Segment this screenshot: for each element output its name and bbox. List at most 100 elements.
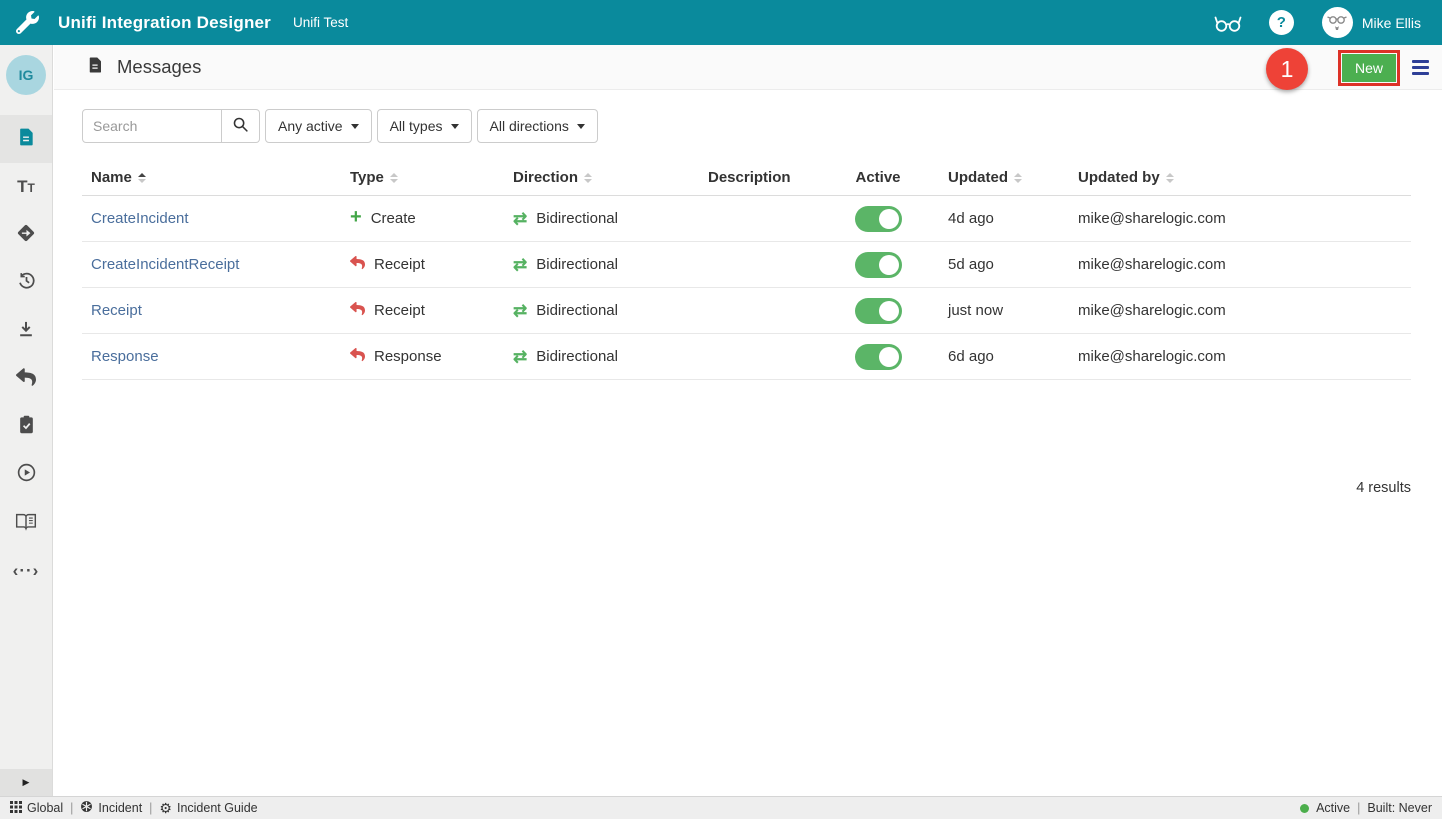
message-name-link[interactable]: CreateIncident xyxy=(91,210,189,227)
diamond-arrow-icon xyxy=(15,222,37,249)
sidebar-item-history[interactable] xyxy=(0,259,52,307)
message-name-link[interactable]: CreateIncidentReceipt xyxy=(91,256,239,273)
glasses-icon[interactable] xyxy=(1213,12,1243,34)
play-circle-icon xyxy=(16,462,37,488)
annotation-highlight-box: New xyxy=(1338,50,1400,86)
messages-table: Name Type Direction Description Active U… xyxy=(82,160,1411,380)
direction-label: Bidirectional xyxy=(536,210,618,227)
updated-by-label: mike@sharelogic.com xyxy=(1078,210,1226,227)
updated-label: 5d ago xyxy=(948,256,994,273)
table-header-row: Name Type Direction Description Active U… xyxy=(82,160,1411,196)
active-toggle[interactable] xyxy=(855,206,902,232)
menu-icon[interactable] xyxy=(1412,60,1429,78)
types-filter-label: All types xyxy=(390,118,443,134)
page-header: Messages 1 New xyxy=(54,45,1442,90)
sidebar-item-transform[interactable] xyxy=(0,211,52,259)
application-icon xyxy=(80,800,93,816)
text-icon xyxy=(17,177,35,197)
user-menu[interactable]: Mike Ellis xyxy=(1322,7,1421,38)
sidebar-collapse-button[interactable] xyxy=(0,769,53,796)
chevron-down-icon xyxy=(351,124,359,129)
user-name: Mike Ellis xyxy=(1362,15,1421,31)
sort-asc-icon xyxy=(138,173,146,183)
message-name-link[interactable]: Response xyxy=(91,348,159,365)
table-row: Response Response Bidirectional 6d ago m… xyxy=(82,334,1411,380)
column-header-updated-by[interactable]: Updated by xyxy=(1078,169,1411,186)
reply-icon xyxy=(16,367,36,392)
bidirectional-icon xyxy=(513,258,527,272)
column-header-active: Active xyxy=(855,169,900,186)
user-avatar-icon xyxy=(1322,7,1353,38)
directions-filter-label: All directions xyxy=(490,118,569,134)
bidirectional-icon xyxy=(513,304,527,318)
table-row: CreateIncident Create Bidirectional 4d a… xyxy=(82,196,1411,242)
scope-link[interactable]: Global xyxy=(10,801,63,816)
status-dot-icon xyxy=(1300,804,1309,813)
column-header-updated[interactable]: Updated xyxy=(948,169,1063,186)
sort-icon xyxy=(1166,173,1174,183)
sidebar-item-response[interactable] xyxy=(0,355,52,403)
sidebar-item-scripts[interactable] xyxy=(0,547,52,595)
chevron-down-icon xyxy=(451,124,459,129)
page-title: Messages xyxy=(117,56,201,78)
chevron-down-icon xyxy=(577,124,585,129)
book-icon xyxy=(15,511,37,536)
table-row: Receipt Receipt Bidirectional just now m… xyxy=(82,288,1411,334)
environment-name[interactable]: Unifi Test xyxy=(293,15,348,30)
updated-label: 4d ago xyxy=(948,210,994,227)
status-label: Active xyxy=(1316,801,1350,815)
directions-filter-dropdown[interactable]: All directions xyxy=(477,109,598,143)
sidebar-item-import[interactable] xyxy=(0,307,52,355)
active-toggle[interactable] xyxy=(855,252,902,278)
bidirectional-icon xyxy=(513,212,527,226)
sidebar-item-documentation[interactable] xyxy=(0,499,52,547)
active-toggle[interactable] xyxy=(855,298,902,324)
column-header-description: Description xyxy=(708,169,823,186)
direction-label: Bidirectional xyxy=(536,348,618,365)
table-row: CreateIncidentReceipt Receipt Bidirectio… xyxy=(82,242,1411,288)
sidebar-item-messages[interactable] xyxy=(0,115,52,163)
search-input[interactable] xyxy=(82,109,222,143)
code-icon xyxy=(13,561,40,581)
active-toggle[interactable] xyxy=(855,344,902,370)
sort-icon xyxy=(390,173,398,183)
top-bar: Unifi Integration Designer Unifi Test Mi… xyxy=(0,0,1442,45)
message-name-link[interactable]: Receipt xyxy=(91,302,142,319)
help-icon[interactable] xyxy=(1269,10,1294,35)
filter-toolbar: Any active All types All directions xyxy=(82,109,1411,143)
updated-by-label: mike@sharelogic.com xyxy=(1078,256,1226,273)
type-label: Response xyxy=(374,348,442,365)
type-label: Receipt xyxy=(374,256,425,273)
active-filter-label: Any active xyxy=(278,118,343,134)
sidebar-item-tasks[interactable] xyxy=(0,403,52,451)
integration-avatar[interactable]: IG xyxy=(6,55,46,95)
sidebar: IG xyxy=(0,45,53,796)
sort-icon xyxy=(1014,173,1022,183)
direction-label: Bidirectional xyxy=(536,302,618,319)
column-header-type[interactable]: Type xyxy=(350,169,513,186)
integration-link[interactable]: Incident Guide xyxy=(159,801,257,815)
main-panel: Messages 1 New Any active All types xyxy=(54,45,1442,796)
sidebar-item-run[interactable] xyxy=(0,451,52,499)
bidirectional-icon xyxy=(513,350,527,364)
messages-icon xyxy=(86,55,104,80)
new-button[interactable]: New xyxy=(1342,54,1396,82)
type-label: Receipt xyxy=(374,302,425,319)
updated-label: just now xyxy=(948,302,1003,319)
column-header-direction[interactable]: Direction xyxy=(513,169,708,186)
application-link[interactable]: Incident xyxy=(80,800,142,816)
reply-icon xyxy=(350,255,365,270)
column-header-name[interactable]: Name xyxy=(91,169,350,186)
clipboard-check-icon xyxy=(17,414,36,440)
download-icon xyxy=(16,319,36,344)
reply-icon xyxy=(350,301,365,316)
search-button[interactable] xyxy=(222,109,260,143)
types-filter-dropdown[interactable]: All types xyxy=(377,109,472,143)
type-label: Create xyxy=(371,210,416,227)
integration-label: Incident Guide xyxy=(177,801,258,815)
updated-label: 6d ago xyxy=(948,348,994,365)
results-count: 4 results xyxy=(82,480,1411,496)
active-filter-dropdown[interactable]: Any active xyxy=(265,109,372,143)
sidebar-item-fields[interactable] xyxy=(0,163,52,211)
direction-label: Bidirectional xyxy=(536,256,618,273)
